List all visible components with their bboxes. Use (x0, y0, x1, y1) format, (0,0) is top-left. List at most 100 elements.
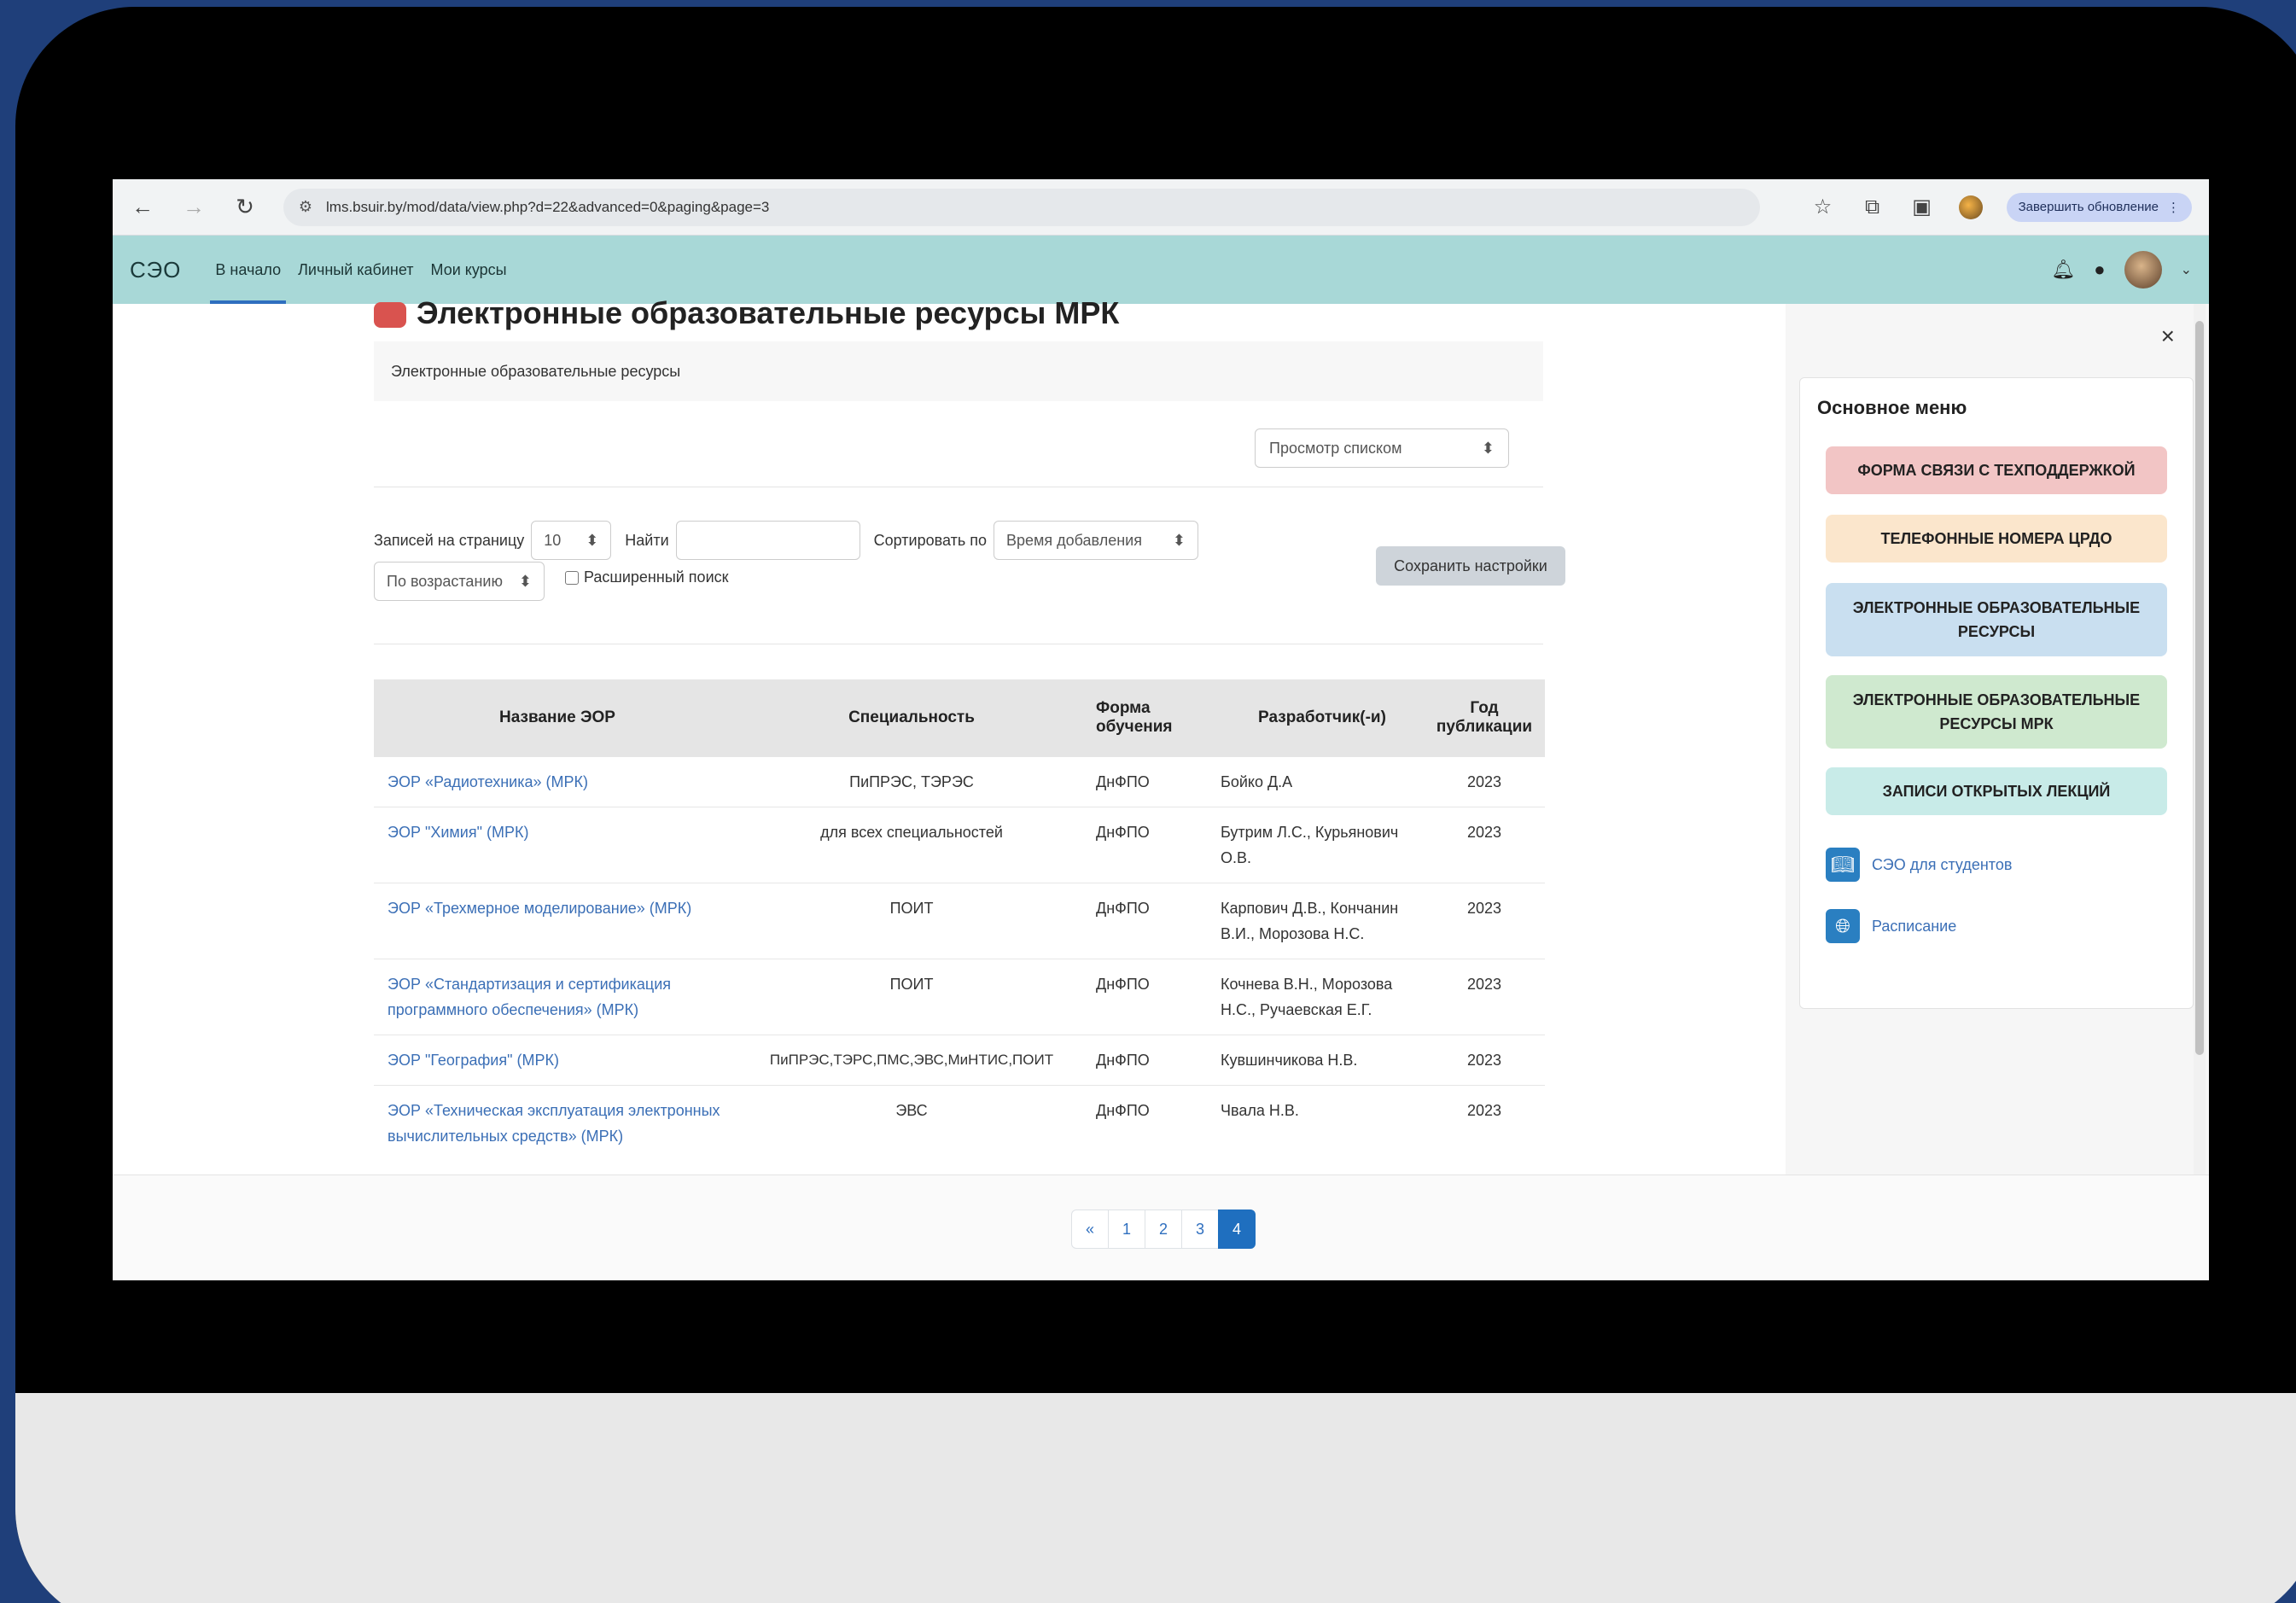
link-students[interactable]: 📖︎ СЭО для студентов (1826, 848, 2012, 882)
resource-link[interactable]: ЭОР "География" (МРК) (374, 1047, 741, 1073)
page-4[interactable]: 4 (1218, 1210, 1256, 1249)
resource-link[interactable]: ЭОР «Техническая эксплуатация электронны… (374, 1098, 741, 1149)
monitor-frame: ← → ↻ ⚙ lms.bsuir.by/mod/data/view.php?d… (15, 7, 2296, 1603)
close-icon[interactable]: × (2161, 323, 2175, 350)
main-menu-block: Основное меню ФОРМА СВЯЗИ С ТЕХПОДДЕРЖКО… (1799, 377, 2194, 1009)
header-study-form[interactable]: Форма обучения (1082, 699, 1210, 737)
order-select[interactable]: По возрастанию ⬍ (374, 562, 545, 601)
update-button[interactable]: Завершить обновление ⋮ (2006, 192, 2192, 222)
nav-dashboard[interactable]: Личный кабинет (298, 236, 413, 304)
header-name[interactable]: Название ЭОР (374, 708, 741, 727)
cell-developers: Бойко Д.А (1221, 773, 1293, 790)
cell-specialty: ЭВС (895, 1102, 928, 1119)
header-specialty[interactable]: Специальность (741, 708, 1082, 727)
nav-my-courses[interactable]: Мои курсы (431, 236, 507, 304)
select-arrows-icon: ⬍ (1481, 439, 1495, 457)
per-page-select[interactable]: 10 ⬍ (531, 521, 612, 560)
pagination-bar: « 1 2 3 4 (113, 1175, 2209, 1280)
nav-home[interactable]: В начало (210, 236, 286, 304)
cell-developers: Бутрим Л.С., Курьянович О.В. (1221, 824, 1399, 866)
advanced-search-checkbox[interactable] (565, 570, 579, 585)
cell-study-form: ДнФПО (1096, 824, 1150, 841)
scrollbar-thumb[interactable] (2195, 321, 2204, 1055)
side-panel-icon[interactable]: ▣ (1909, 195, 1935, 220)
header-year[interactable]: Год публикации (1424, 699, 1545, 737)
update-label: Завершить обновление (2018, 200, 2159, 214)
resource-link[interactable]: ЭОР «Стандартизация и сертификация прогр… (374, 971, 741, 1023)
table-row: ЭОР «Радиотехника» (МРК) ПиПРЭС, ТЭРЭС Д… (374, 756, 1545, 807)
menu-button-support[interactable]: ФОРМА СВЯЗИ С ТЕХПОДДЕРЖКОЙ (1826, 446, 2167, 494)
scrollbar[interactable] (2194, 304, 2206, 1280)
cell-developers: Чвала Н.В. (1221, 1102, 1299, 1119)
sort-select[interactable]: Время добавления ⬍ (993, 521, 1198, 560)
main-menu-title: Основное меню (1817, 397, 1967, 418)
globe-icon: 🌐︎ (1826, 909, 1860, 943)
link-students-label: СЭО для студентов (1872, 855, 2013, 873)
cell-study-form: ДнФПО (1096, 1102, 1150, 1119)
page-2[interactable]: 2 (1145, 1210, 1182, 1249)
profile-icon[interactable] (1958, 195, 1983, 219)
bell-icon[interactable]: 🔔︎ (2051, 259, 2075, 281)
chat-bubble-icon[interactable]: ● (2094, 259, 2105, 281)
save-settings-button[interactable]: Сохранить настройки (1376, 546, 1565, 586)
cell-study-form: ДнФПО (1096, 1052, 1150, 1069)
menu-button-phones[interactable]: ТЕЛЕФОННЫЕ НОМЕРА ЦРДО (1826, 515, 2167, 563)
back-arrow-icon[interactable]: ← (130, 194, 155, 220)
kebab-menu-icon[interactable]: ⋮ (2167, 200, 2180, 215)
page-title: Электронные образовательные ресурсы МРК (374, 295, 1119, 331)
advanced-search-toggle[interactable]: Расширенный поиск (565, 568, 729, 586)
cell-year: 2023 (1466, 976, 1502, 993)
cell-year: 2023 (1466, 1052, 1502, 1069)
cell-study-form: ДнФПО (1096, 976, 1150, 993)
link-schedule[interactable]: 🌐︎ Расписание (1826, 909, 1956, 943)
resource-link[interactable]: ЭОР «Трехмерное моделирование» (МРК) (374, 895, 741, 921)
site-navbar: СЭО В начало Личный кабинет Мои курсы 🔔︎… (113, 236, 2209, 304)
reload-icon[interactable]: ↻ (232, 194, 258, 220)
resource-link[interactable]: ЭОР «Радиотехника» (МРК) (374, 769, 741, 795)
cell-specialty: ПОИТ (889, 976, 934, 993)
per-page-label: Записей на страницу (374, 531, 525, 549)
book-icon: 📖︎ (1826, 848, 1860, 882)
cell-year: 2023 (1466, 773, 1502, 790)
avatar[interactable] (2124, 251, 2162, 289)
table-row: ЭОР "География" (МРК) ПиПРЭС,ТЭРС,ПМС,ЭВ… (374, 1035, 1545, 1085)
cell-year: 2023 (1466, 1102, 1502, 1119)
cell-specialty: ПиПРЭС, ТЭРЭС (849, 773, 974, 790)
pagination: « 1 2 3 4 (1071, 1210, 1256, 1249)
table-header: Название ЭОР Специальность Форма обучени… (374, 679, 1545, 756)
extensions-icon[interactable]: ⧉ (1860, 195, 1885, 220)
forward-arrow-icon[interactable]: → (181, 194, 207, 220)
bookmark-star-icon[interactable]: ☆ (1810, 195, 1836, 220)
select-arrows-icon: ⬍ (1172, 531, 1186, 549)
site-settings-icon[interactable]: ⚙ (295, 197, 316, 218)
page-3[interactable]: 3 (1181, 1210, 1219, 1249)
address-bar[interactable]: ⚙ lms.bsuir.by/mod/data/view.php?d=22&ad… (283, 188, 1760, 226)
resources-table: Название ЭОР Специальность Форма обучени… (374, 679, 1545, 1161)
cell-year: 2023 (1466, 900, 1502, 917)
menu-button-eor[interactable]: ЭЛЕКТРОННЫЕ ОБРАЗОВАТЕЛЬНЫЕ РЕСУРСЫ (1826, 583, 2167, 656)
resource-link[interactable]: ЭОР "Химия" (МРК) (374, 819, 741, 845)
cell-specialty: ПиПРЭС,ТЭРС,ПМС,ЭВС,МиНТИС,ПОИТ (769, 1052, 1054, 1068)
page-prev[interactable]: « (1071, 1210, 1109, 1249)
view-mode-select[interactable]: Просмотр списком ⬍ (1255, 428, 1509, 468)
table-row: ЭОР "Химия" (МРК) для всех специальносте… (374, 807, 1545, 883)
database-icon (374, 302, 406, 329)
cell-developers: Кочнева В.Н., Морозова Н.С., Ручаевская … (1221, 976, 1393, 1018)
browser-window: ← → ↻ ⚙ lms.bsuir.by/mod/data/view.php?d… (113, 179, 2209, 1280)
cell-specialty: для всех специальностей (820, 824, 1003, 841)
menu-button-lectures[interactable]: ЗАПИСИ ОТКРЫТЫХ ЛЕКЦИЙ (1826, 767, 2167, 815)
monitor-chin (15, 1393, 2296, 1603)
header-developers[interactable]: Разработчик(-и) (1210, 708, 1424, 727)
cell-developers: Кувшинчикова Н.В. (1221, 1052, 1358, 1069)
page-1[interactable]: 1 (1108, 1210, 1145, 1249)
filter-row-2: По возрастанию ⬍ Расширенный поиск (374, 562, 729, 601)
select-arrows-icon: ⬍ (518, 572, 532, 590)
sort-label: Сортировать по (873, 531, 987, 549)
cell-study-form: ДнФПО (1096, 900, 1150, 917)
main-content: Электронные образовательные ресурсы МРК … (113, 295, 1786, 1175)
chevron-down-icon[interactable]: ⌄ (2181, 261, 2192, 278)
url-text: lms.bsuir.by/mod/data/view.php?d=22&adva… (326, 198, 770, 215)
site-brand[interactable]: СЭО (130, 257, 181, 283)
menu-button-eor-mrk[interactable]: ЭЛЕКТРОННЫЕ ОБРАЗОВАТЕЛЬНЫЕ РЕСУРСЫ МРК (1826, 675, 2167, 749)
search-input[interactable] (675, 521, 860, 560)
